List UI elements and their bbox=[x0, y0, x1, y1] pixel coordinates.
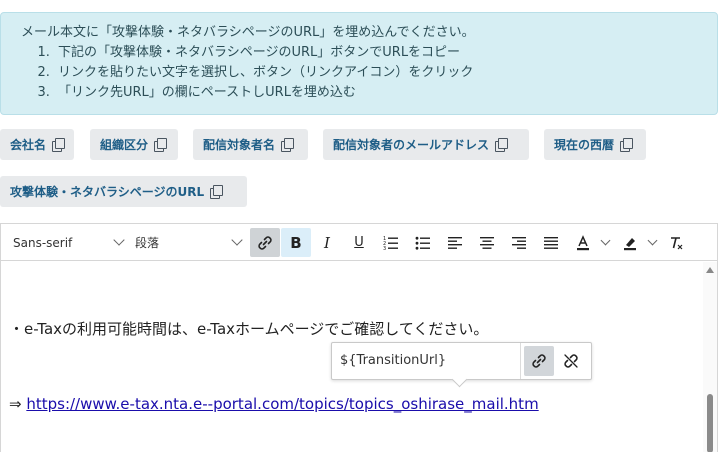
org-category-copy-button[interactable]: 組織区分 bbox=[90, 129, 178, 160]
link-balloon: ${TransitionUrl} bbox=[331, 342, 592, 380]
font-family-dropdown[interactable]: Sans-serif bbox=[13, 232, 125, 253]
underline-button[interactable]: U bbox=[344, 228, 374, 257]
body-link[interactable]: https://www.e-tax.nta.e--portal.com/topi… bbox=[26, 395, 538, 413]
align-justify-button[interactable] bbox=[536, 228, 566, 257]
body-line: ⇒ https://www.e-tax.nta.e--portal.com/to… bbox=[9, 395, 539, 413]
copy-icon bbox=[52, 138, 65, 152]
scroll-up-arrow-icon[interactable] bbox=[706, 267, 714, 273]
align-center-button[interactable] bbox=[472, 228, 502, 257]
underline-icon: U bbox=[354, 235, 364, 250]
italic-icon: I bbox=[324, 233, 330, 252]
unlink-button[interactable] bbox=[556, 346, 586, 376]
recipient-name-copy-button[interactable]: 配信対象者名 bbox=[193, 129, 308, 160]
bold-icon: B bbox=[290, 233, 302, 252]
align-right-button[interactable] bbox=[504, 228, 534, 257]
instruction-steps: 下記の「攻撃体験・ネタバラシページのURL」ボタンでURLをコピー リンクを貼り… bbox=[54, 43, 697, 103]
paragraph-format-value: 段落 bbox=[135, 236, 160, 250]
chevron-down-icon[interactable] bbox=[647, 235, 658, 246]
font-color-button[interactable] bbox=[568, 228, 598, 257]
company-name-copy-button[interactable]: 会社名 bbox=[0, 129, 74, 160]
chevron-down-icon bbox=[113, 234, 125, 246]
unlink-icon bbox=[564, 354, 578, 368]
attack-url-copy-button[interactable]: 攻撃体験・ネタバラシページのURL bbox=[0, 176, 247, 207]
font-family-value: Sans-serif bbox=[13, 235, 73, 250]
align-right-icon bbox=[512, 236, 526, 249]
copy-icon bbox=[281, 138, 295, 152]
link-icon bbox=[258, 235, 272, 250]
font-color-icon bbox=[577, 234, 589, 250]
chip-label: 現在の西暦 bbox=[554, 138, 615, 152]
remove-format-button[interactable] bbox=[661, 228, 691, 257]
align-left-icon bbox=[448, 236, 462, 249]
chevron-down-icon bbox=[231, 234, 243, 246]
chip-label: 配信対象者名 bbox=[203, 138, 276, 152]
chip-label: 配信対象者のメールアドレス bbox=[333, 138, 490, 152]
copy-icon bbox=[495, 138, 509, 152]
instruction-step: リンクを貼りたい文字を選択し、ボタン（リンクアイコン）をクリック bbox=[54, 63, 697, 83]
bold-button[interactable]: B bbox=[281, 228, 311, 257]
bullet-list-icon bbox=[415, 236, 430, 250]
rich-text-editor: Sans-serif 段落 B I U 123 ・e-Taxの利用可能時間は、e… bbox=[0, 223, 718, 452]
chevron-down-icon[interactable] bbox=[600, 235, 611, 246]
copy-icon bbox=[620, 138, 634, 152]
highlighter-icon bbox=[624, 237, 636, 250]
body-line: ・e-Taxの利用可能時間は、e-Taxホームページでご確認してください。 bbox=[9, 320, 489, 338]
align-justify-icon bbox=[544, 236, 558, 249]
instruction-intro: メール本文に「攻撃体験・ネタバラシページのURL」を埋め込んでください。 bbox=[21, 25, 475, 40]
edit-link-button[interactable] bbox=[524, 346, 554, 376]
remove-format-icon bbox=[671, 236, 683, 249]
instruction-box: メール本文に「攻撃体験・ネタバラシページのURL」を埋め込んでください。 下記の… bbox=[0, 12, 718, 115]
align-center-icon bbox=[480, 236, 494, 249]
scroll-thumb[interactable] bbox=[707, 394, 713, 452]
italic-button[interactable]: I bbox=[312, 228, 342, 257]
paragraph-format-dropdown[interactable]: 段落 bbox=[135, 232, 243, 253]
align-left-button[interactable] bbox=[440, 228, 470, 257]
divider bbox=[520, 343, 521, 379]
chip-label: 組織区分 bbox=[100, 138, 149, 152]
instruction-step: 下記の「攻撃体験・ネタバラシページのURL」ボタンでURLをコピー bbox=[54, 43, 697, 63]
current-year-copy-button[interactable]: 現在の西暦 bbox=[544, 129, 646, 160]
editor-scrollbar[interactable] bbox=[703, 262, 717, 452]
arrow-text: ⇒ bbox=[9, 395, 27, 413]
copy-icon bbox=[154, 138, 168, 152]
link-url-value[interactable]: ${TransitionUrl} bbox=[340, 353, 446, 368]
bullet-list-button[interactable] bbox=[408, 228, 438, 257]
svg-text:3: 3 bbox=[383, 246, 386, 251]
chip-label: 攻撃体験・ネタバラシページのURL bbox=[10, 185, 205, 199]
instruction-step: 「リンク先URL」の欄にペーストしURLを埋め込む bbox=[54, 83, 697, 103]
copy-icon bbox=[210, 185, 224, 199]
numbered-list-icon: 123 bbox=[383, 236, 398, 251]
link-button[interactable] bbox=[250, 228, 280, 257]
numbered-list-button[interactable]: 123 bbox=[376, 228, 406, 257]
link-icon bbox=[532, 354, 546, 368]
recipient-email-copy-button[interactable]: 配信対象者のメールアドレス bbox=[323, 129, 529, 160]
highlight-button[interactable] bbox=[615, 228, 645, 257]
chip-label: 会社名 bbox=[10, 138, 47, 152]
editor-toolbar: Sans-serif 段落 B I U 123 bbox=[1, 224, 717, 261]
